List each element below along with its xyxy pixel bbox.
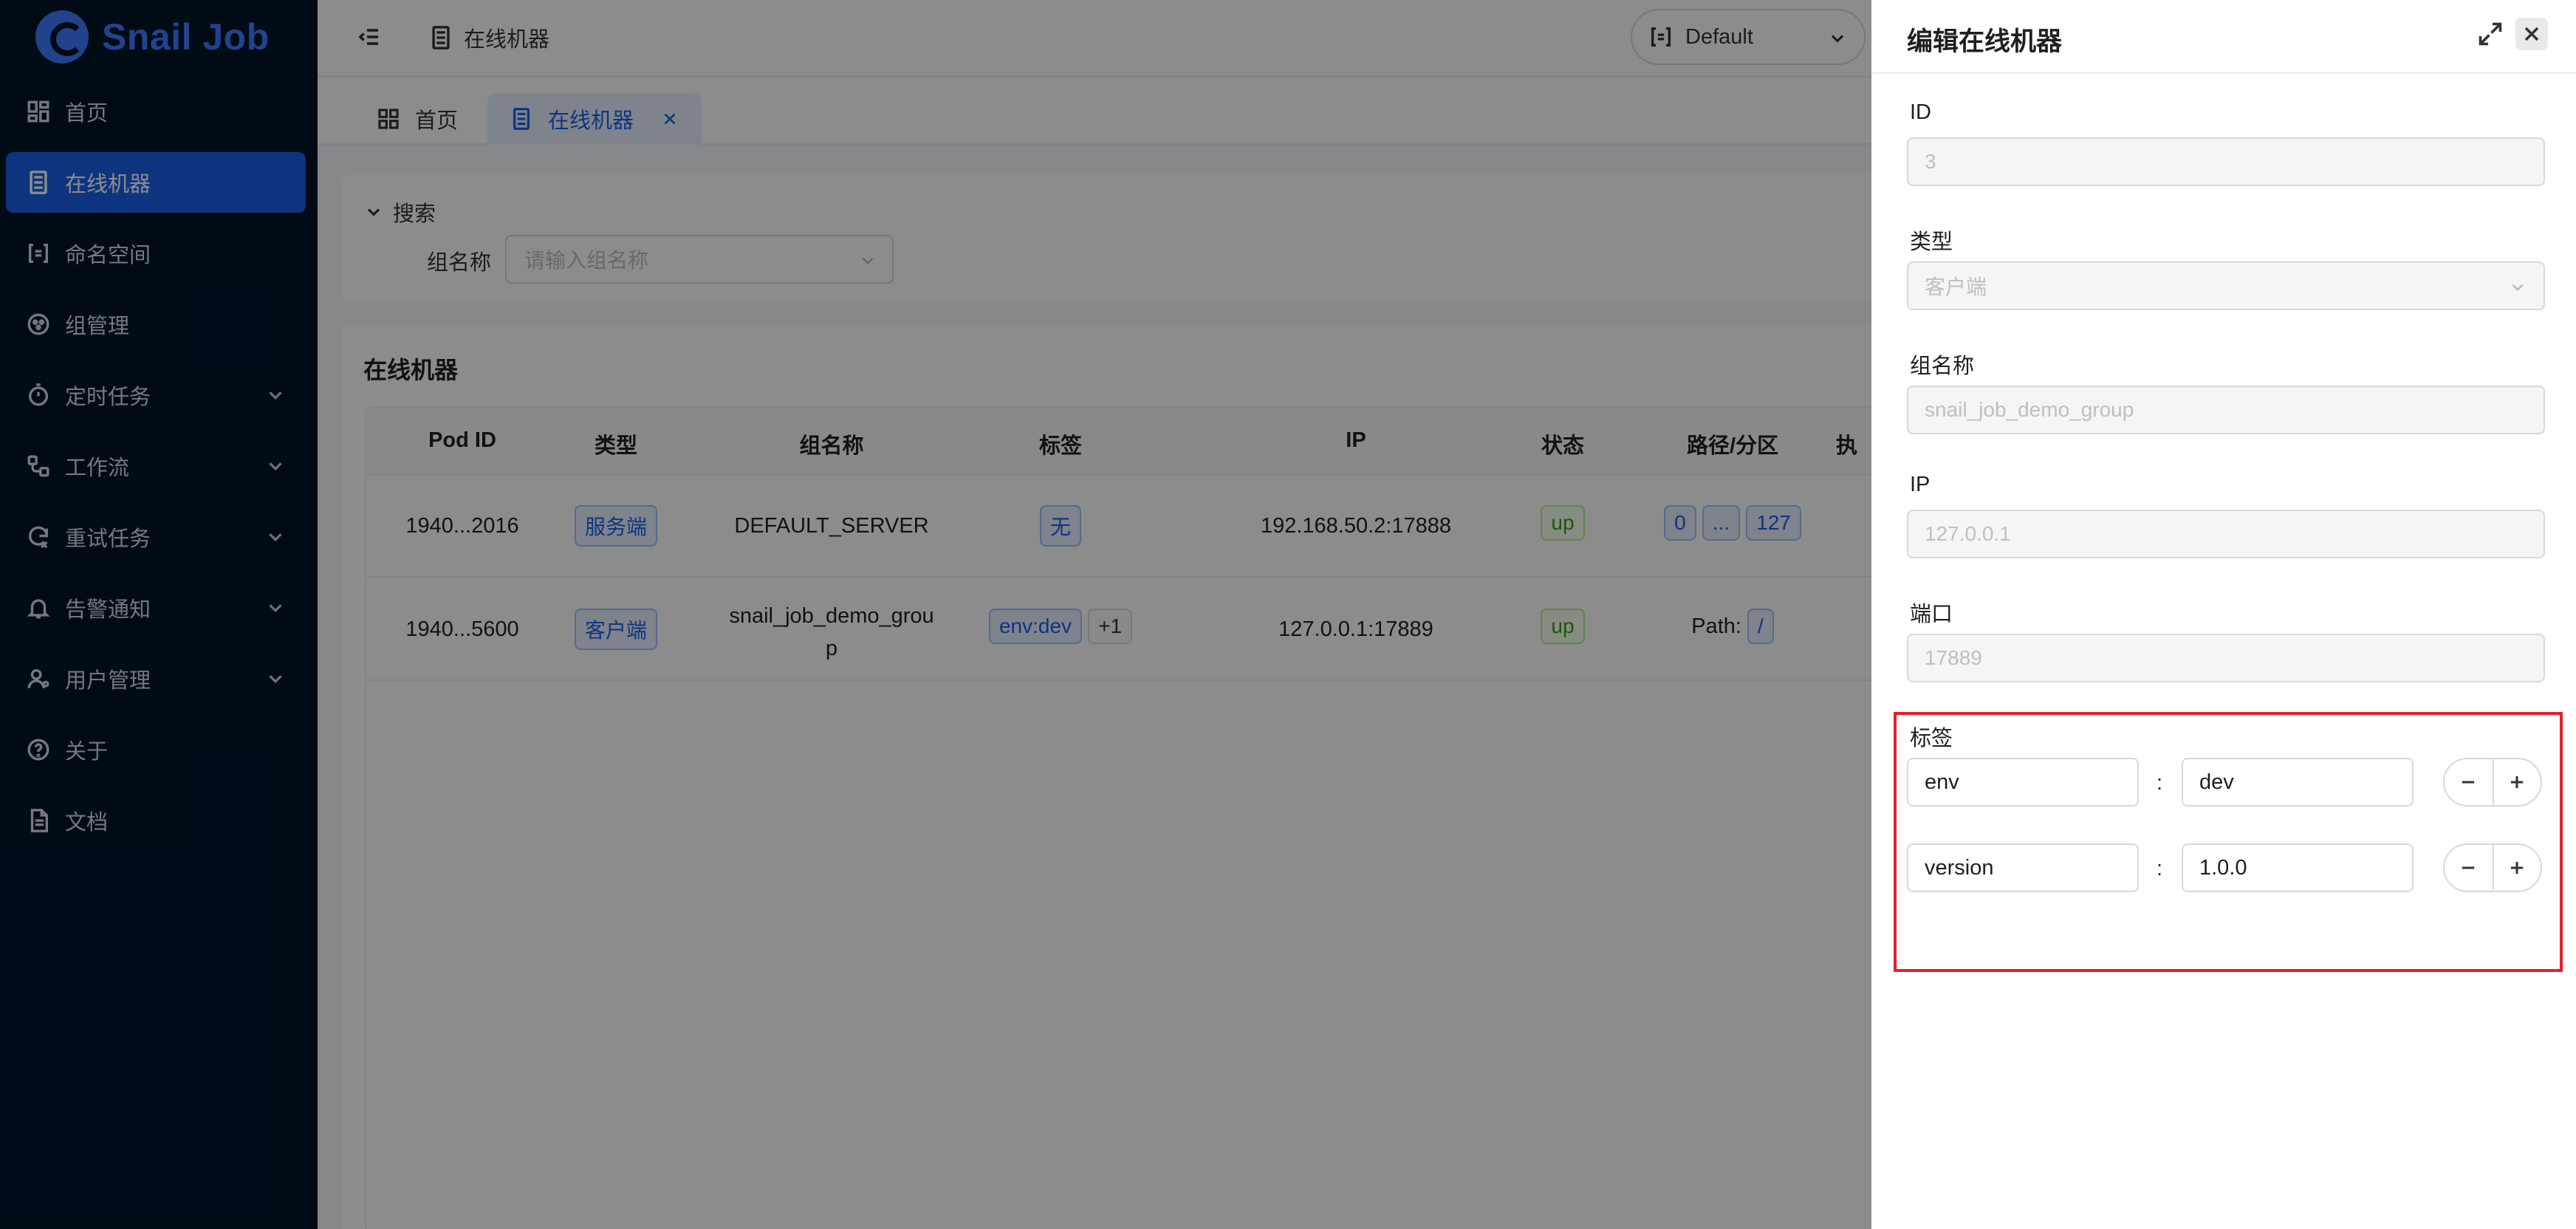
tags-highlight-box [1894,712,2563,972]
port-field[interactable]: 17889 [1907,634,2545,682]
ip-value: 127.0.0.1 [1925,522,2011,545]
plus-icon [2511,776,2524,789]
port-label: 端口 [1910,603,1953,626]
ip-field[interactable]: 127.0.0.1 [1907,510,2545,558]
minus-icon [2462,866,2475,869]
tag-row-actions [2443,758,2542,807]
minus-icon [2462,781,2475,784]
tag-key-input[interactable]: version [1907,843,2139,892]
tag-value-value: 1.0.0 [2199,855,2247,880]
edit-drawer: 编辑在线机器 ID 3 类型 客户端 组名称 snail_job_demo_gr… [1871,0,2576,1229]
tag-key-value: version [1925,855,1994,880]
drawer-header: 编辑在线机器 [1871,0,2576,74]
add-tag-button[interactable] [2492,845,2541,891]
tag-key-value: env [1925,770,1959,794]
id-field[interactable]: 3 [1907,137,2545,186]
drawer-title: 编辑在线机器 [1907,27,2063,56]
type-label: 类型 [1910,230,1953,254]
add-tag-button[interactable] [2492,759,2541,805]
tag-separator: : [2157,857,2163,880]
tag-value-value: dev [2199,770,2234,794]
type-select[interactable]: 客户端 [1907,261,2545,310]
id-value: 3 [1925,150,1936,173]
remove-tag-button[interactable] [2445,759,2493,805]
tag-row-actions [2443,843,2542,892]
remove-tag-button[interactable] [2445,845,2493,891]
group-name-field[interactable]: snail_job_demo_group [1907,386,2545,434]
ip-label: IP [1910,473,1931,496]
fullscreen-icon[interactable] [2477,21,2504,47]
tag-value-input[interactable]: dev [2182,758,2414,807]
port-value: 17889 [1925,646,1982,669]
tags-label: 标签 [1910,727,1953,750]
group-name-value: snail_job_demo_group [1925,398,2134,421]
type-value: 客户端 [1925,275,1987,298]
tag-key-input[interactable]: env [1907,758,2139,807]
id-label: ID [1910,100,1931,124]
plus-icon [2511,861,2524,874]
tag-separator: : [2157,771,2163,795]
group-name-label: 组名称 [1910,355,1975,378]
close-icon [2524,27,2539,41]
chevron-down-icon [2512,284,2524,292]
close-button[interactable] [2515,18,2548,50]
tag-value-input[interactable]: 1.0.0 [2182,843,2414,892]
